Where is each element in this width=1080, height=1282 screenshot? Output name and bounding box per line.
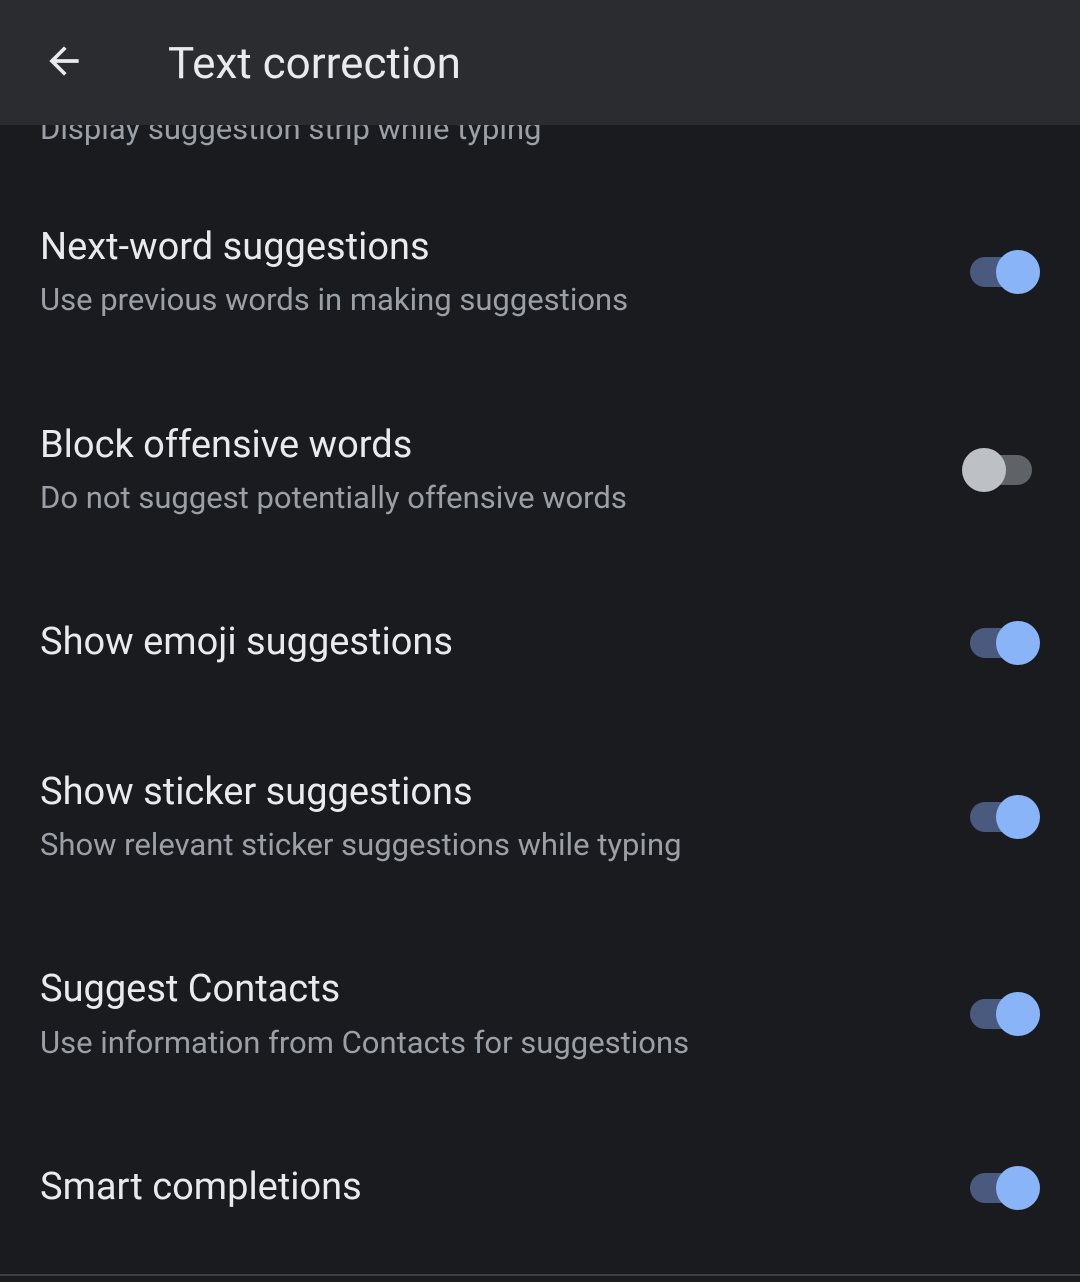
setting-item-suggest-contacts[interactable]: Suggest Contacts Use information from Co… — [0, 915, 1080, 1113]
setting-text: Smart completions — [40, 1163, 962, 1212]
setting-item-next-word-suggestions[interactable]: Next-word suggestions Use previous words… — [0, 173, 1080, 371]
page-title: Text correction — [168, 37, 461, 89]
setting-text: Show emoji suggestions — [40, 618, 962, 667]
setting-text: Show sticker suggestions Show relevant s… — [40, 768, 962, 866]
back-arrow-icon — [42, 39, 86, 87]
toggle-show-emoji-suggestions[interactable] — [962, 621, 1040, 665]
setting-title: Smart completions — [40, 1163, 932, 1212]
setting-text: Suggest Contacts Use information from Co… — [40, 965, 962, 1063]
setting-title: Block offensive words — [40, 421, 932, 470]
setting-title: Next-word suggestions — [40, 223, 932, 272]
app-header: Text correction — [0, 0, 1080, 125]
setting-subtitle: Do not suggest potentially offensive wor… — [40, 478, 932, 518]
setting-item-show-emoji-suggestions[interactable]: Show emoji suggestions — [0, 568, 1080, 717]
setting-text: Next-word suggestions Use previous words… — [40, 223, 962, 321]
setting-title: Show emoji suggestions — [40, 618, 932, 667]
setting-subtitle: Use information from Contacts for sugges… — [40, 1023, 932, 1063]
setting-subtitle: Use previous words in making suggestions — [40, 280, 932, 320]
back-button[interactable] — [36, 35, 92, 91]
setting-item-block-offensive-words[interactable]: Block offensive words Do not suggest pot… — [0, 371, 1080, 569]
toggle-block-offensive-words[interactable] — [962, 448, 1040, 492]
setting-title: Suggest Contacts — [40, 965, 932, 1014]
setting-item-smart-completions[interactable]: Smart completions — [0, 1113, 1080, 1262]
bottom-divider — [0, 1274, 1080, 1276]
toggle-suggest-contacts[interactable] — [962, 992, 1040, 1036]
toggle-show-sticker-suggestions[interactable] — [962, 795, 1040, 839]
setting-subtitle: Show relevant sticker suggestions while … — [40, 825, 932, 865]
toggle-next-word-suggestions[interactable] — [962, 250, 1040, 294]
setting-item-clipped: Display suggestion strip while typing — [0, 125, 1080, 173]
setting-title: Show sticker suggestions — [40, 768, 932, 817]
toggle-smart-completions[interactable] — [962, 1166, 1040, 1210]
setting-subtitle: Display suggestion strip while typing — [40, 125, 541, 147]
setting-item-show-sticker-suggestions[interactable]: Show sticker suggestions Show relevant s… — [0, 718, 1080, 916]
setting-text: Block offensive words Do not suggest pot… — [40, 421, 962, 519]
settings-list: Display suggestion strip while typing Ne… — [0, 125, 1080, 1263]
